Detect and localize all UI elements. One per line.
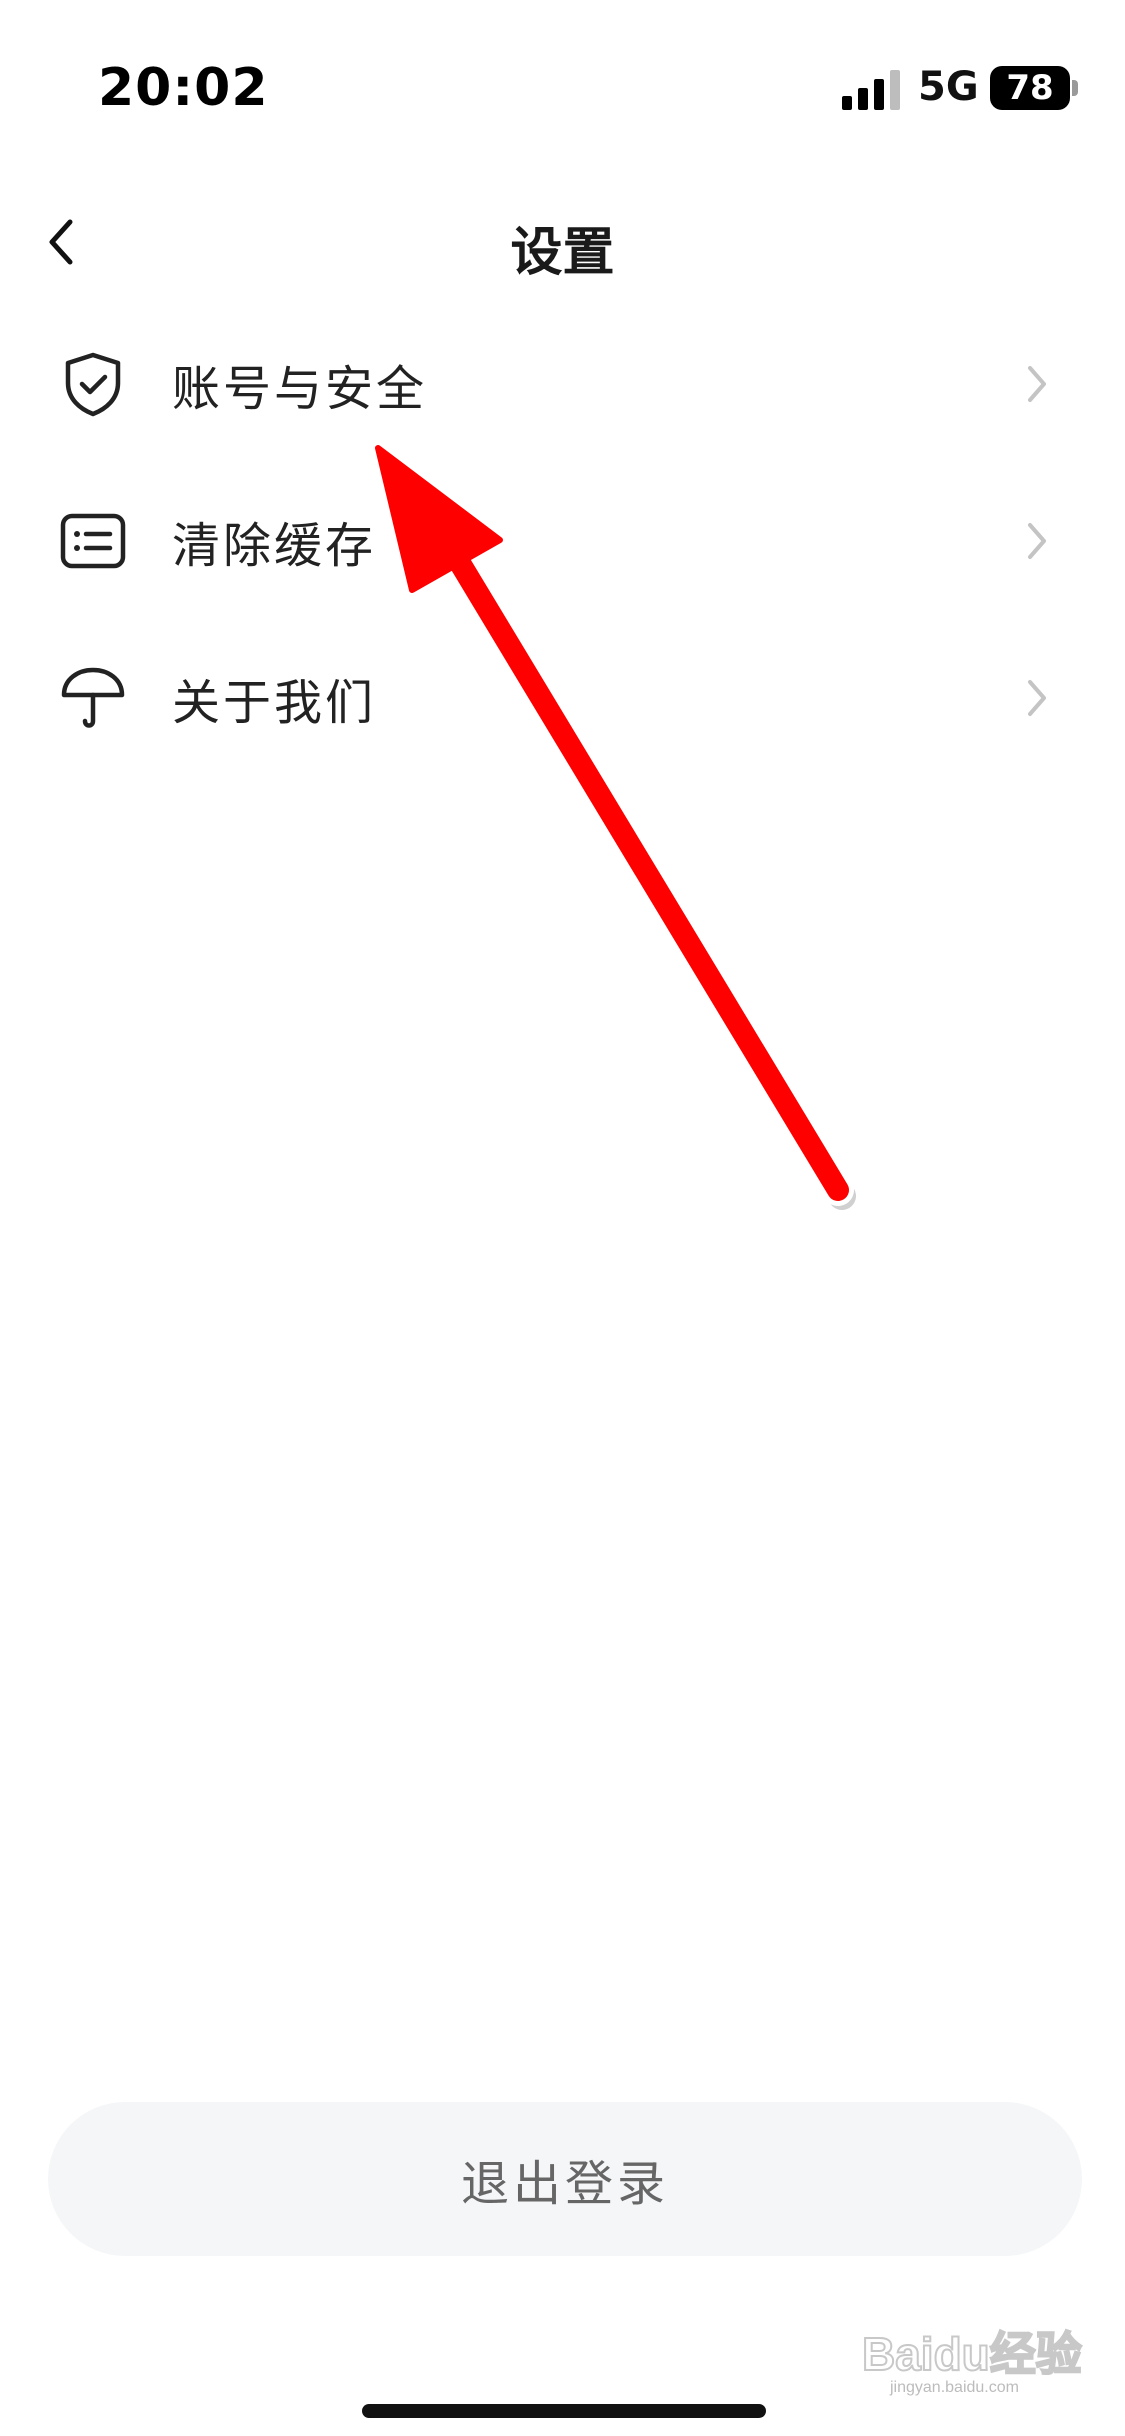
logout-button[interactable]: 退出登录 [48, 2102, 1082, 2256]
chevron-right-icon [1028, 365, 1046, 402]
battery-tip [1072, 80, 1078, 96]
umbrella-icon [61, 667, 125, 728]
home-indicator [362, 2404, 766, 2418]
battery-icon: 78 [990, 66, 1070, 110]
settings-item-about-us[interactable]: 关于我们 [0, 619, 1125, 776]
watermark-url: jingyan.baidu.com [889, 2379, 1019, 2396]
page-title: 设置 [510, 223, 615, 283]
settings-item-label: 关于我们 [172, 674, 377, 731]
baidu-watermark-logo: Baidu经验 jingyan.baidu.com [861, 2327, 1083, 2396]
nav-bar: 设置 [0, 180, 1125, 310]
settings-item-label: 账号与安全 [172, 360, 428, 417]
chevron-right-icon [1028, 679, 1046, 716]
signal-icon [842, 70, 900, 110]
status-bar: 20:02 5G 78 [0, 0, 1125, 180]
status-time: 20:02 [98, 58, 269, 118]
settings-item-clear-cache[interactable]: 清除缓存 [0, 462, 1125, 619]
shield-check-icon [65, 352, 121, 416]
settings-item-account-security[interactable]: 账号与安全 [0, 305, 1125, 462]
watermark-text: Baidu经验 [862, 2328, 1082, 2380]
list-icon [60, 513, 126, 568]
chevron-right-icon [1028, 522, 1046, 559]
settings-list: 账号与安全 清除缓存 关于我们 [0, 305, 1125, 776]
battery-level: 78 [1006, 68, 1054, 108]
network-type: 5G [918, 64, 979, 110]
settings-item-label: 清除缓存 [172, 517, 377, 574]
